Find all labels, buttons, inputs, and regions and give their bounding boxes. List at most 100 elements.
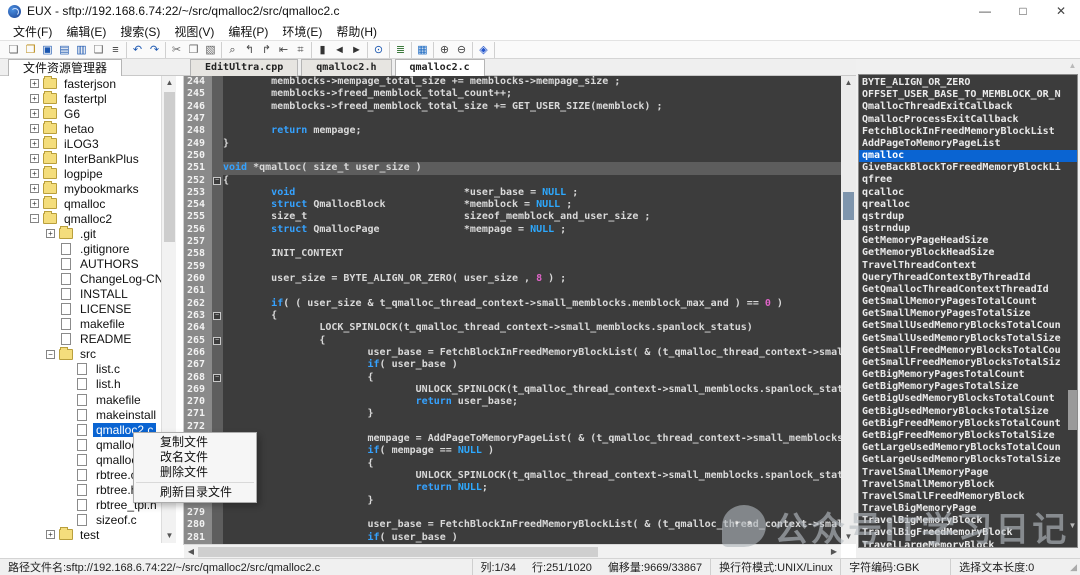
function-list-item-givebackblocktofreedmemoryblockli[interactable]: GiveBackBlockToFreedMemoryBlockLi xyxy=(859,162,1077,174)
code-line-277[interactable]: 277 return NULL; xyxy=(184,482,841,494)
function-list-item-getmemoryblockheadsize[interactable]: GetMemoryBlockHeadSize xyxy=(859,247,1077,259)
code-line-267[interactable]: 267 if( user_base ) xyxy=(184,359,841,371)
function-list-item-qmalloc[interactable]: qmalloc xyxy=(859,150,1077,162)
paste-icon[interactable]: ▧ xyxy=(202,42,219,58)
code-line-256[interactable]: 256 struct QmallocPage *mempage = NULL ; xyxy=(184,224,841,236)
function-list-icon[interactable]: ≣ xyxy=(392,42,409,58)
minimize-button[interactable]: — xyxy=(966,0,1004,22)
copy-icon[interactable]: ❒ xyxy=(185,42,202,58)
function-list-item-getsmallmemorypagestotalsize[interactable]: GetSmallMemoryPagesTotalSize xyxy=(859,308,1077,320)
tree-item-changelog-cn[interactable]: ChangeLog-CN xyxy=(0,272,183,287)
tree-item-qmalloc[interactable]: +qmalloc xyxy=(0,196,183,211)
expand-icon[interactable]: + xyxy=(46,530,55,539)
tree-item-interbankplus[interactable]: +InterBankPlus xyxy=(0,151,183,166)
resize-grip[interactable]: ◢ xyxy=(1070,562,1080,573)
tree-item-list-h[interactable]: list.h xyxy=(0,377,183,392)
code-line-269[interactable]: 269 UNLOCK_SPINLOCK(t_qmalloc_thread_con… xyxy=(184,384,841,396)
context-menu-copy-file[interactable]: 复制文件 xyxy=(134,435,256,450)
function-list-item-qmallocthreadexitcallback[interactable]: QmallocThreadExitCallback xyxy=(859,101,1077,113)
menu-help[interactable]: 帮助(H) xyxy=(329,23,384,40)
function-list-item-getsmallfreedmemoryblockstotalcou[interactable]: GetSmallFreedMemoryBlocksTotalCou xyxy=(859,345,1077,357)
expand-icon[interactable]: + xyxy=(30,109,39,118)
function-list-item-querythreadcontextbythreadid[interactable]: QueryThreadContextByThreadId xyxy=(859,272,1077,284)
tree-item-ilog3[interactable]: +iLOG3 xyxy=(0,136,183,151)
code-line-279[interactable]: 279 xyxy=(184,507,841,519)
menu-program[interactable]: 编程(P) xyxy=(221,23,275,40)
explorer-scroll-up-icon[interactable]: ▲ xyxy=(162,76,177,90)
fold-collapse-icon[interactable]: − xyxy=(213,374,221,382)
tree-item-g6[interactable]: +G6 xyxy=(0,106,183,121)
function-list-item-offset_user_base_to_memblock_or_n[interactable]: OFFSET_USER_BASE_TO_MEMBLOCK_OR_N xyxy=(859,89,1077,101)
tree-item-fasterjson[interactable]: +fasterjson xyxy=(0,76,183,91)
tree-item-src[interactable]: −src xyxy=(0,347,183,362)
function-list-item-travelsmallmemorypage[interactable]: TravelSmallMemoryPage xyxy=(859,467,1077,479)
function-list-item-travelbigmemorypage[interactable]: TravelBigMemoryPage xyxy=(859,503,1077,515)
tree-item-fastertpl[interactable]: +fastertpl xyxy=(0,91,183,106)
code-line-272[interactable]: 272 xyxy=(184,421,841,433)
tree-item--gitignore[interactable]: .gitignore xyxy=(0,242,183,257)
tree-item-install[interactable]: INSTALL xyxy=(0,287,183,302)
code-line-271[interactable]: 271 } xyxy=(184,408,841,420)
function-list-scroll-thumb[interactable] xyxy=(1068,390,1077,430)
tree-item-qmalloc2[interactable]: −qmalloc2 xyxy=(0,211,183,226)
file-properties-icon[interactable]: ≡ xyxy=(107,42,124,58)
compare-icon[interactable]: ▦ xyxy=(414,42,431,58)
replace-icon[interactable]: ⇤ xyxy=(275,42,292,58)
code-line-278[interactable]: 278 } xyxy=(184,495,841,507)
function-list-item-qcalloc[interactable]: qcalloc xyxy=(859,187,1077,199)
code-line-261[interactable]: 261 xyxy=(184,285,841,297)
save-all-icon[interactable]: ▥ xyxy=(73,42,90,58)
bookmark-prev-icon[interactable]: ◄ xyxy=(331,42,348,58)
open-file-icon[interactable]: ❐ xyxy=(22,42,39,58)
function-list-item-getbigmemorypagestotalsize[interactable]: GetBigMemoryPagesTotalSize xyxy=(859,381,1077,393)
code-line-276[interactable]: 276 UNLOCK_SPINLOCK(t_qmalloc_thread_con… xyxy=(184,470,841,482)
redo-icon[interactable]: ↷ xyxy=(146,42,163,58)
code-line-275[interactable]: 275 { xyxy=(184,458,841,470)
code-line-262[interactable]: 262 if( ( user_size & t_qmalloc_thread_c… xyxy=(184,298,841,310)
tree-item-mybookmarks[interactable]: +mybookmarks xyxy=(0,181,183,196)
expand-icon[interactable]: + xyxy=(30,169,39,178)
editor-vscroll-thumb[interactable] xyxy=(843,192,854,220)
tree-item-license[interactable]: LICENSE xyxy=(0,302,183,317)
function-list-item-getsmallmemorypagestotalcount[interactable]: GetSmallMemoryPagesTotalCount xyxy=(859,296,1077,308)
expand-icon[interactable]: + xyxy=(30,184,39,193)
expand-icon[interactable]: + xyxy=(30,154,39,163)
replace-all-icon[interactable]: ⌗ xyxy=(292,42,309,58)
editor-vscrollbar[interactable]: ▲ ▼ xyxy=(841,76,856,544)
save-icon[interactable]: ▣ xyxy=(39,42,56,58)
function-list-item-fetchblockinfreedmemoryblocklist[interactable]: FetchBlockInFreedMemoryBlockList xyxy=(859,126,1077,138)
tree-item-readme[interactable]: README xyxy=(0,332,183,347)
function-list-item-byte_align_or_zero[interactable]: BYTE_ALIGN_OR_ZERO xyxy=(859,77,1077,89)
code-editor[interactable]: 244 memblocks->mempage_total_size += mem… xyxy=(184,76,841,544)
code-line-265[interactable]: 265− { xyxy=(184,335,841,347)
code-line-258[interactable]: 258 INIT_CONTEXT xyxy=(184,248,841,260)
editor-scroll-left-icon[interactable]: ◀ xyxy=(184,545,198,559)
code-line-244[interactable]: 244 memblocks->mempage_total_size += mem… xyxy=(184,76,841,88)
tree-item-list-c[interactable]: list.c xyxy=(0,362,183,377)
function-list-item-getbigusedmemoryblockstotalcount[interactable]: GetBigUsedMemoryBlocksTotalCount xyxy=(859,393,1077,405)
code-line-249[interactable]: 249} xyxy=(184,138,841,150)
expand-icon[interactable]: + xyxy=(30,199,39,208)
tree-item-logpipe[interactable]: +logpipe xyxy=(0,166,183,181)
tree-item--git[interactable]: +.git xyxy=(0,226,183,241)
function-list-item-addpagetomemorypagelist[interactable]: AddPageToMemoryPageList xyxy=(859,138,1077,150)
new-file-icon[interactable]: ❏ xyxy=(5,42,22,58)
menu-view[interactable]: 视图(V) xyxy=(167,23,221,40)
function-list-item-getbigfreedmemoryblockstotalsize[interactable]: GetBigFreedMemoryBlocksTotalSize xyxy=(859,430,1077,442)
menu-edit[interactable]: 编辑(E) xyxy=(59,23,113,40)
zoom-out-icon[interactable]: ⊖ xyxy=(453,42,470,58)
function-list-item-getbigfreedmemoryblockstotalcount[interactable]: GetBigFreedMemoryBlocksTotalCount xyxy=(859,418,1077,430)
code-line-270[interactable]: 270 return user_base; xyxy=(184,396,841,408)
editor-hscroll-thumb[interactable] xyxy=(198,547,598,557)
tree-item-makefile[interactable]: makefile xyxy=(0,317,183,332)
function-list-scroll-up-icon[interactable]: ▲ xyxy=(1066,60,1079,72)
tree-item-makefile[interactable]: makefile xyxy=(0,392,183,407)
code-line-245[interactable]: 245 memblocks->freed_memblock_total_coun… xyxy=(184,88,841,100)
code-line-259[interactable]: 259 xyxy=(184,261,841,273)
editor-scroll-up-icon[interactable]: ▲ xyxy=(841,76,856,90)
find-icon[interactable]: ⌕ xyxy=(224,42,241,58)
function-list-item-travelbigmemoryblock[interactable]: TravelBigMemoryBlock xyxy=(859,515,1077,527)
context-menu-delete-file[interactable]: 删除文件 xyxy=(134,465,256,480)
last-position-icon[interactable]: ⊙ xyxy=(370,42,387,58)
bookmark-next-icon[interactable]: ► xyxy=(348,42,365,58)
